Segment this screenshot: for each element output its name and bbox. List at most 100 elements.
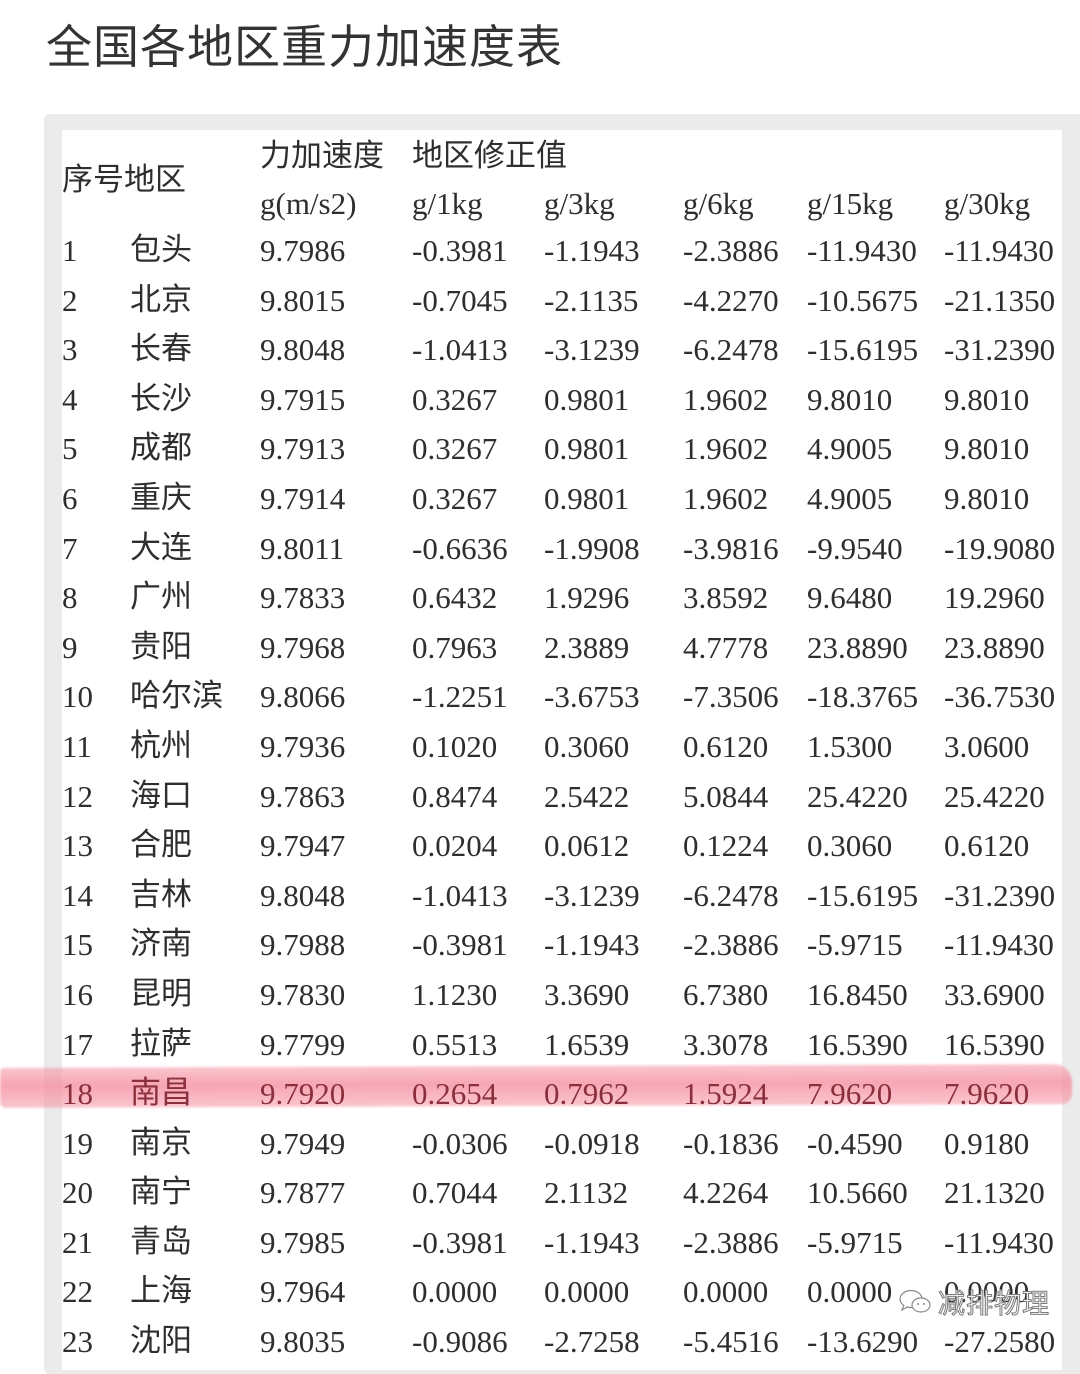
cell-index: 1 xyxy=(62,233,78,268)
cell-corr-15kg: -9.9540 xyxy=(807,530,903,566)
cell-corr-15kg: 16.5390 xyxy=(807,1026,908,1062)
cell-corr-6kg: 5.0844 xyxy=(683,778,769,814)
cell-index: 12 xyxy=(62,778,93,814)
cell-region: 贵阳 xyxy=(130,628,192,665)
cell-corr-1kg: -0.3981 xyxy=(412,1224,508,1260)
cell-corr-30kg: -21.1350 xyxy=(944,282,1056,318)
cell-corr-6kg: -2.3886 xyxy=(683,927,779,963)
cell-region: 上海 xyxy=(130,1273,192,1310)
cell-corr-1kg: 0.3267 xyxy=(412,431,498,467)
cell-corr-1kg: 1.1230 xyxy=(412,976,498,1012)
cell-corr-15kg: -10.5675 xyxy=(807,282,919,318)
cell-corr-6kg: -6.2478 xyxy=(683,877,779,913)
cell-index: 19 xyxy=(62,1125,93,1161)
cell-corr-30kg: 23.8890 xyxy=(944,629,1045,665)
cell-corr-1kg: -0.0306 xyxy=(412,1125,508,1161)
cell-corr-30kg: 9.8010 xyxy=(944,381,1030,417)
table-row: 14 吉林 9.8048 -1.0413 -3.1239 -6.2478 -15.6195-… xyxy=(62,871,1070,921)
header-gravity: 力加速度 xyxy=(260,138,384,174)
cell-corr-3kg: 0.0612 xyxy=(544,828,630,864)
cell-gravity: 9.8015 xyxy=(260,282,346,318)
cell-corr-3kg: -3.6753 xyxy=(544,679,640,715)
cell-gravity: 9.7988 xyxy=(260,927,346,963)
cell-corr-6kg: -2.3886 xyxy=(683,233,779,268)
cell-corr-3kg: -1.1943 xyxy=(544,927,640,963)
cell-index: 23 xyxy=(62,1324,93,1360)
watermark-text: 减排物理 xyxy=(938,1289,1050,1321)
cell-corr-3kg: 2.3889 xyxy=(544,629,630,665)
cell-corr-3kg: 0.3060 xyxy=(544,728,630,764)
header-unit-1kg: g/1kg xyxy=(412,186,483,221)
cell-gravity: 9.7830 xyxy=(260,976,346,1012)
cell-corr-3kg: -0.0918 xyxy=(544,1125,640,1161)
cell-region: 长春 xyxy=(130,331,192,368)
table-header-row: 序号地区 力加速度 地区修正值 xyxy=(62,130,1070,198)
table-row: 18 南昌 9.7920 0.2654 0.7962 1.5924 7.9620 7.9620 xyxy=(62,1069,1070,1119)
cell-corr-30kg: -36.7530 xyxy=(944,679,1056,715)
table-row: 15 济南 9.7988 -0.3981 -1.1943 -2.3886 -5.9715 -1… xyxy=(62,920,1070,970)
cell-gravity: 9.7799 xyxy=(260,1026,346,1062)
table-row: 23 沈阳 9.8035 -0.9086 -2.7258 -5.4516 -13.6290-… xyxy=(62,1317,1070,1367)
cell-gravity: 9.7936 xyxy=(260,728,346,764)
cell-corr-3kg: -2.1135 xyxy=(544,282,639,318)
header-unit-15kg: g/15kg xyxy=(807,186,894,221)
cell-index: 11 xyxy=(62,728,92,764)
cell-index: 21 xyxy=(62,1224,93,1260)
cell-region: 哈尔滨 xyxy=(130,678,223,715)
cell-gravity: 9.7877 xyxy=(260,1175,346,1211)
cell-corr-30kg: 9.8010 xyxy=(944,431,1030,467)
table-row: 17 拉萨 9.7799 0.5513 1.6539 3.3078 16.5390 16.53… xyxy=(62,1020,1070,1070)
cell-region: 海口 xyxy=(130,777,192,814)
cell-index: 4 xyxy=(62,381,78,417)
cell-corr-1kg: 0.0204 xyxy=(412,828,498,864)
cell-corr-15kg: 23.8890 xyxy=(807,629,908,665)
table-row: 6 重庆 9.7914 0.3267 0.9801 1.9602 4.9005 9.8010 xyxy=(62,474,1070,524)
cell-corr-1kg: -1.0413 xyxy=(412,877,508,913)
cell-gravity: 9.8011 xyxy=(260,530,345,566)
cell-gravity: 9.7914 xyxy=(260,480,346,516)
cell-region: 包头 xyxy=(130,232,192,268)
table-row: 3 长春 9.8048 -1.0413 -3.1239 -6.2478 -15.6195 -3… xyxy=(62,325,1070,375)
cell-index: 16 xyxy=(62,976,93,1012)
table-row: 12 海口 9.7863 0.8474 2.5422 5.0844 25.4220 25.42… xyxy=(62,772,1070,822)
cell-corr-15kg: 7.9620 xyxy=(807,1076,893,1112)
cell-corr-3kg: 0.9801 xyxy=(544,381,630,417)
cell-corr-6kg: -6.2478 xyxy=(683,332,779,368)
cell-corr-15kg: -15.6195 xyxy=(807,332,919,368)
cell-region: 济南 xyxy=(130,926,192,963)
cell-index: 8 xyxy=(62,580,78,616)
cell-corr-6kg: -0.1836 xyxy=(683,1125,779,1161)
cell-region: 吉林 xyxy=(130,876,192,913)
cell-corr-1kg: 0.3267 xyxy=(412,480,498,516)
cell-index: 7 xyxy=(62,530,78,566)
cell-corr-30kg: 25.4220 xyxy=(944,778,1045,814)
cell-corr-6kg: -3.9816 xyxy=(683,530,779,566)
cell-corr-3kg: 1.6539 xyxy=(544,1026,630,1062)
cell-corr-3kg: 0.0000 xyxy=(544,1274,630,1310)
cell-gravity: 9.7863 xyxy=(260,778,346,814)
cell-region: 杭州 xyxy=(130,727,192,764)
cell-corr-6kg: 1.5924 xyxy=(683,1076,769,1112)
cell-corr-6kg: 6.7380 xyxy=(683,976,769,1012)
cell-corr-30kg: 0.6120 xyxy=(944,828,1030,864)
cell-corr-15kg: 10.5660 xyxy=(807,1175,908,1211)
cell-gravity: 9.8035 xyxy=(260,1324,346,1360)
table-row: 16 昆明 9.7830 1.1230 3.3690 6.7380 16.8450 33.69… xyxy=(62,970,1070,1020)
cell-corr-3kg: 2.5422 xyxy=(544,778,630,814)
cell-corr-15kg: 9.6480 xyxy=(807,580,893,616)
cell-index: 18 xyxy=(62,1076,93,1112)
cell-corr-6kg: -4.2270 xyxy=(683,282,779,318)
cell-corr-1kg: 0.8474 xyxy=(412,778,498,814)
cell-region: 北京 xyxy=(130,281,192,318)
cell-gravity: 9.7985 xyxy=(260,1224,346,1260)
cell-corr-15kg: 16.8450 xyxy=(807,976,908,1012)
cell-corr-15kg: 9.8010 xyxy=(807,381,893,417)
cell-corr-15kg: 0.3060 xyxy=(807,828,893,864)
cell-index: 10 xyxy=(62,679,93,715)
table-row: 5 成都 9.7913 0.3267 0.9801 1.9602 4.9005 9.8010 xyxy=(62,424,1070,474)
cell-index: 14 xyxy=(62,877,93,913)
cell-corr-30kg: -11.9430 xyxy=(944,1224,1054,1260)
cell-corr-3kg: -1.1943 xyxy=(544,233,640,268)
cell-region: 南宁 xyxy=(130,1174,192,1211)
cell-corr-15kg: -11.9430 xyxy=(807,233,917,268)
